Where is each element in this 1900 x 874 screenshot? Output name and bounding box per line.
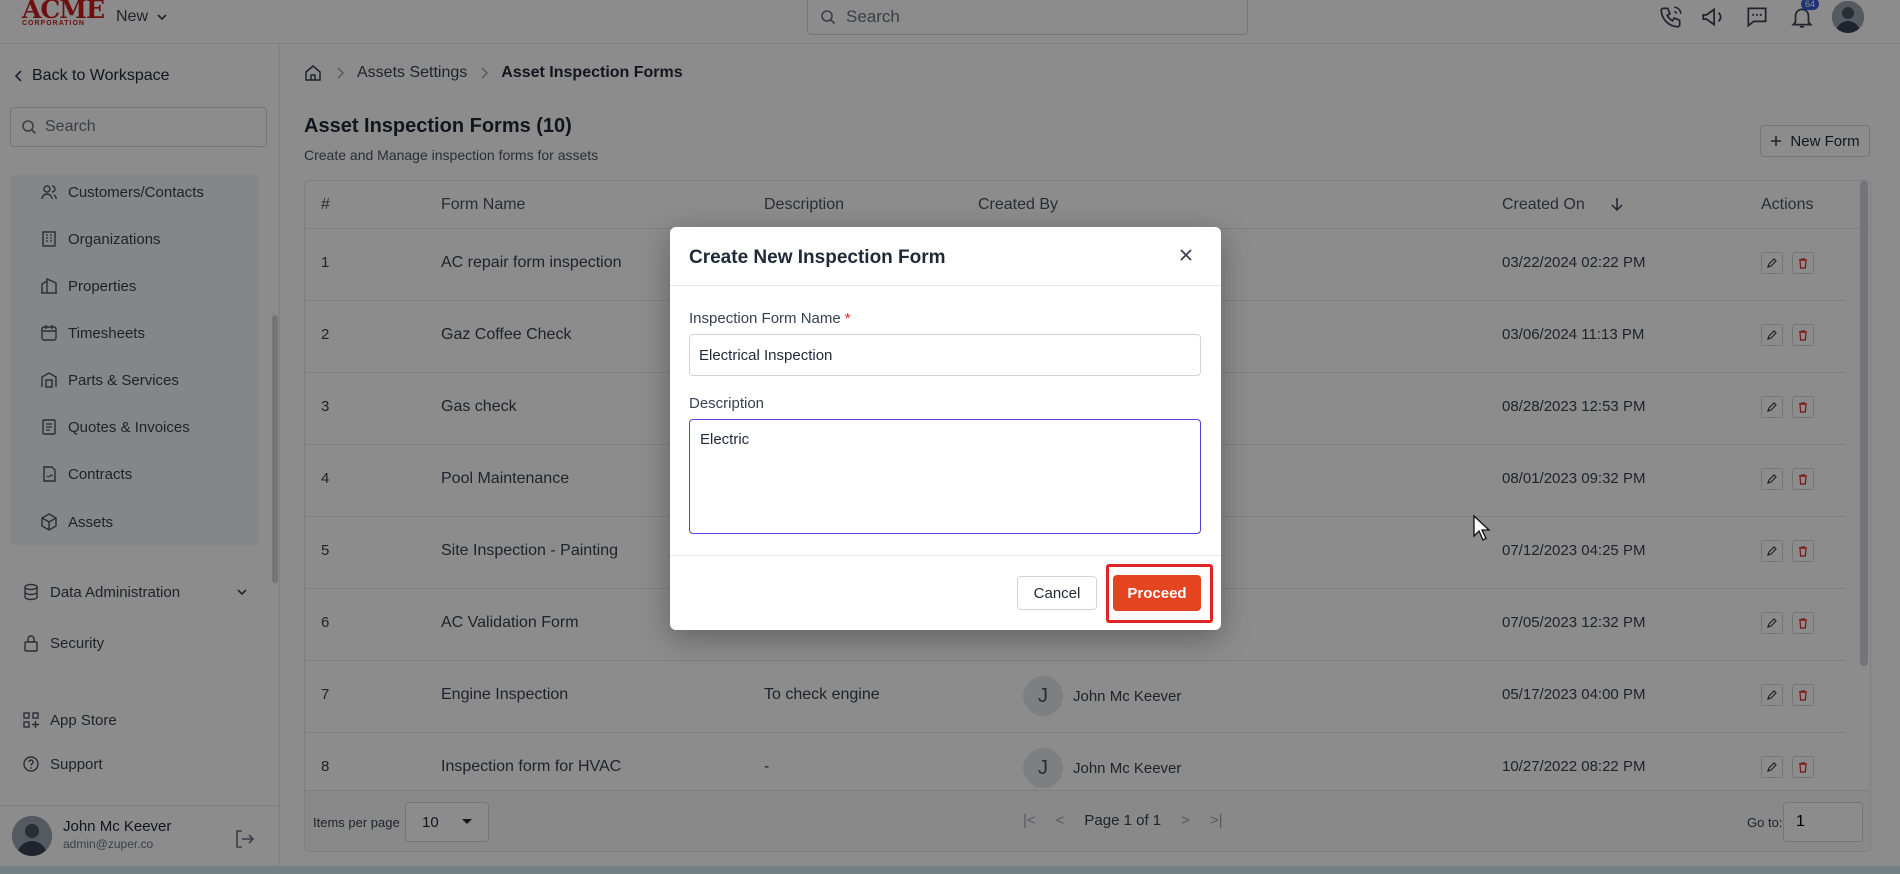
- form-name-label: Inspection Form Name *: [689, 310, 851, 327]
- modal-title: Create New Inspection Form: [689, 247, 946, 268]
- required-mark: *: [844, 310, 851, 327]
- form-name-input[interactable]: [689, 334, 1201, 376]
- modal-footer: Cancel Proceed: [670, 555, 1221, 630]
- proceed-button[interactable]: Proceed: [1113, 575, 1201, 611]
- mouse-cursor-icon: [1473, 514, 1491, 541]
- form-name-label-text: Inspection Form Name: [689, 310, 841, 327]
- description-label: Description: [689, 395, 765, 412]
- modal-header: Create New Inspection Form: [670, 227, 1221, 286]
- description-textarea[interactable]: Electric: [689, 419, 1201, 534]
- create-form-modal: Create New Inspection Form Inspection Fo…: [670, 227, 1221, 630]
- close-icon[interactable]: [1176, 245, 1196, 265]
- cancel-button[interactable]: Cancel: [1017, 576, 1097, 610]
